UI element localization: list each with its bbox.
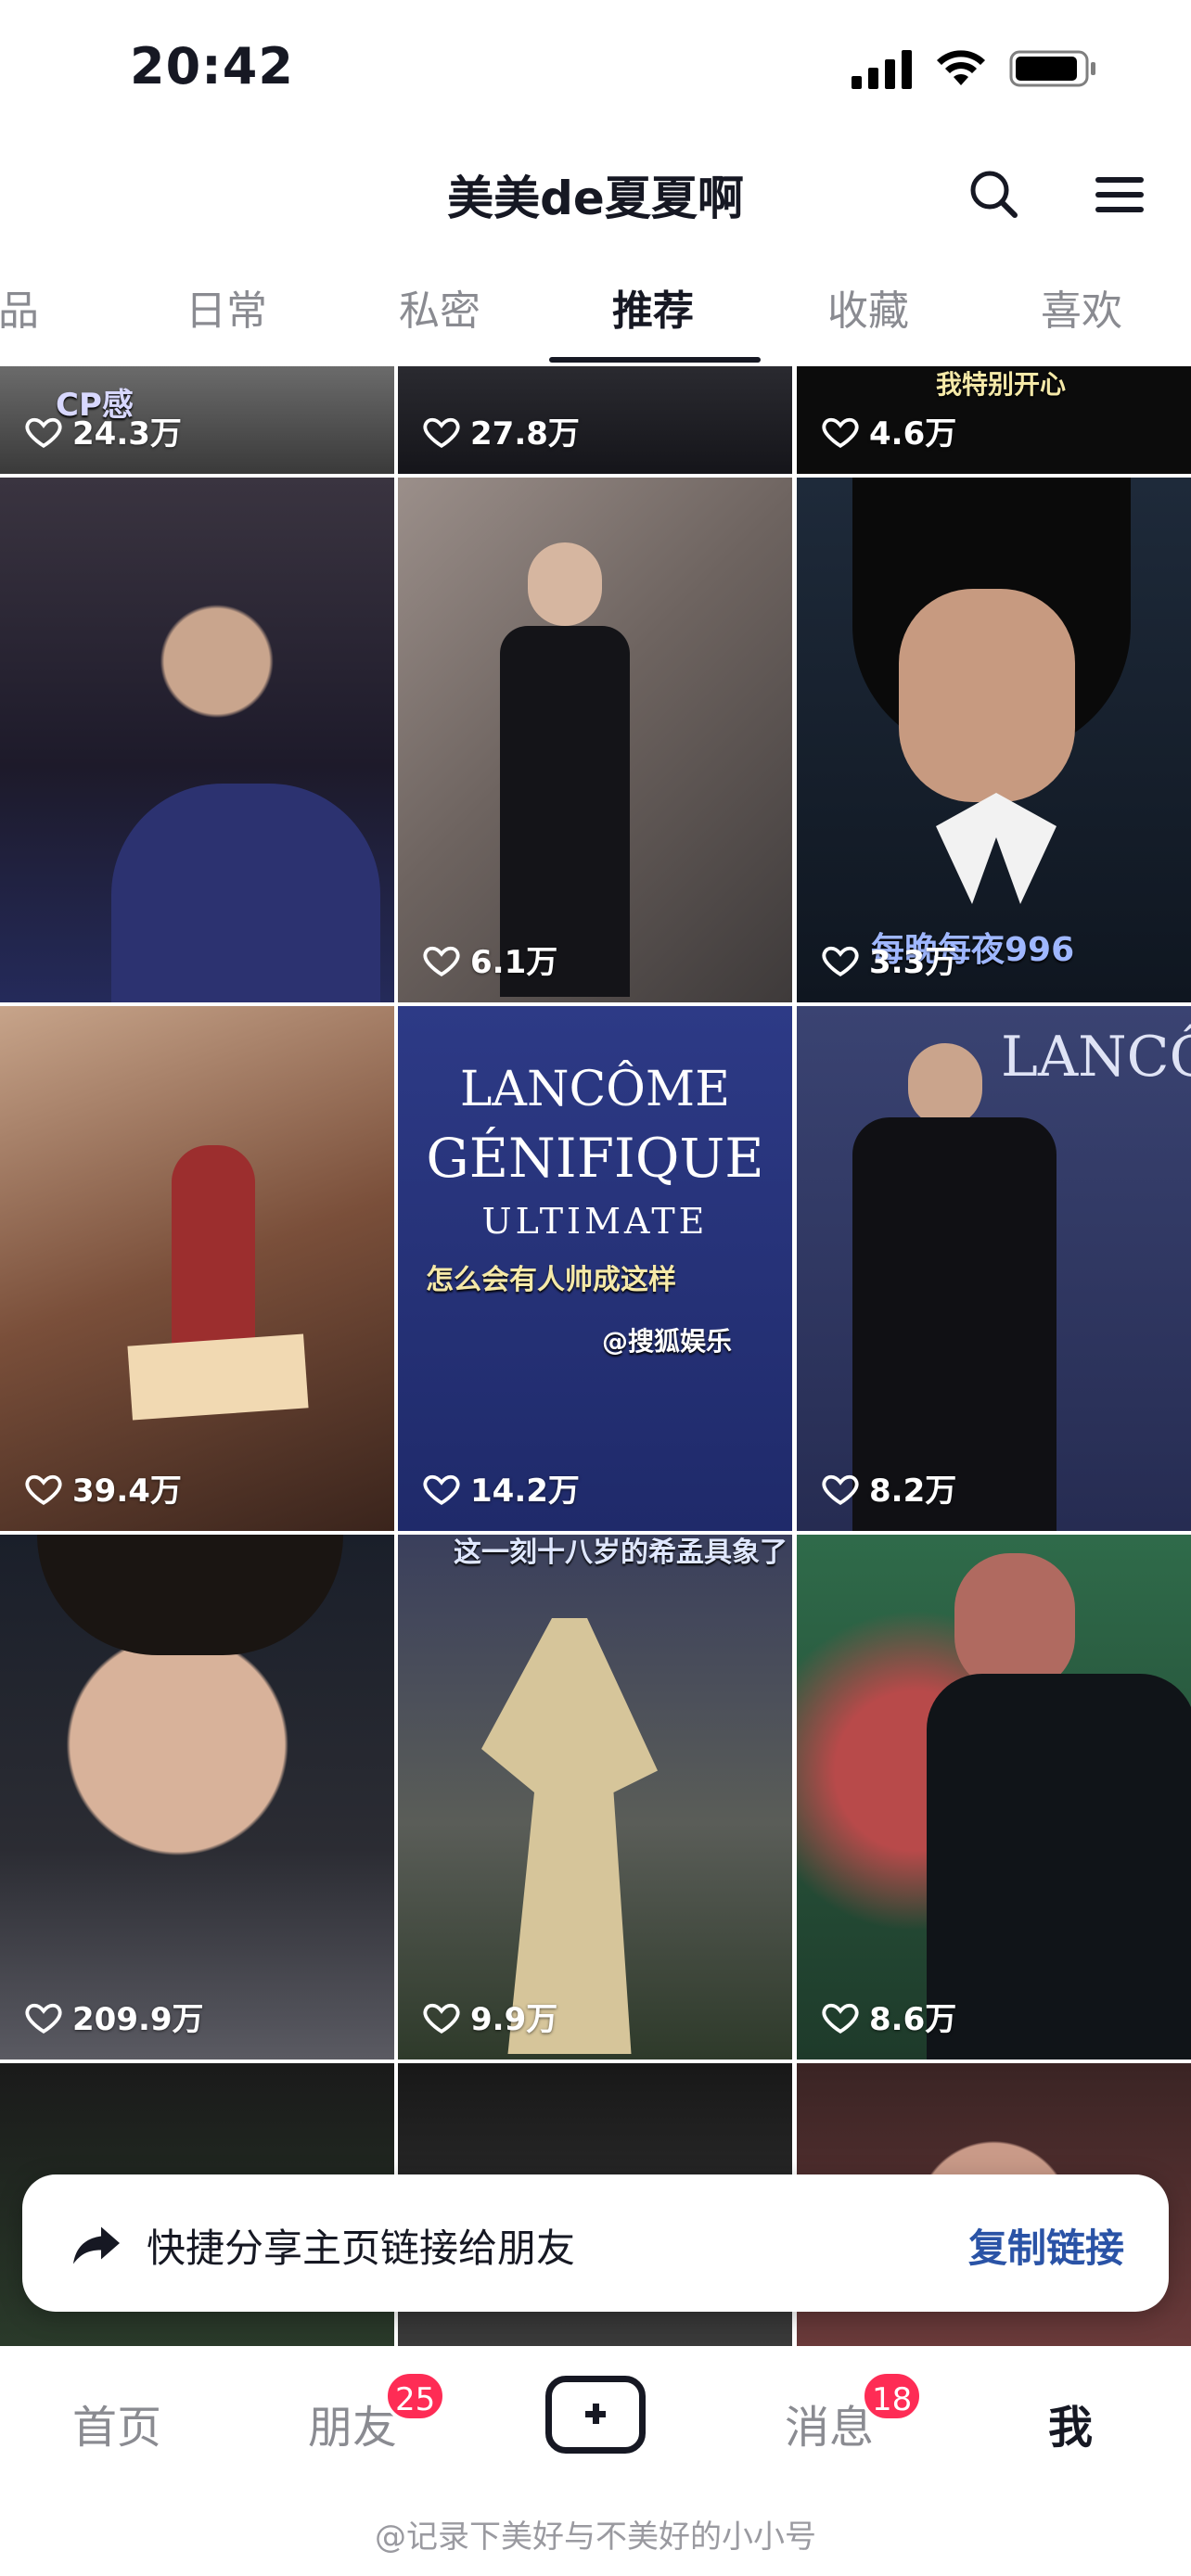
like-count-text: 3.3万 — [869, 944, 957, 981]
menu-icon — [1095, 177, 1144, 212]
like-count-text: 39.4万 — [72, 1473, 182, 1510]
thumbnail-hair — [37, 1535, 343, 1655]
like-count: 4.6万 — [821, 408, 956, 453]
tab-recommend[interactable]: 推荐 — [612, 277, 694, 337]
tab-favorites[interactable]: 收藏 — [827, 277, 909, 337]
nav-messages-label: 消息 — [785, 2402, 875, 2454]
messages-badge: 18 — [861, 2370, 924, 2422]
like-count: 27.8万 — [422, 408, 580, 453]
brand-text: ULTIMATE — [481, 1201, 709, 1242]
brand-text: LANCÔME — [459, 1062, 731, 1117]
heart-icon — [822, 946, 859, 976]
heart-icon — [25, 1474, 62, 1505]
create-button[interactable] — [545, 2376, 646, 2454]
tab-private[interactable]: 私密 — [399, 277, 480, 337]
nav-friends[interactable]: 朋友 25 — [308, 2370, 447, 2455]
profile-tabs: 作品 日常 私密 推荐 收藏 喜欢 — [0, 264, 1191, 366]
like-count-text: 27.8万 — [470, 415, 580, 453]
signal-icon — [852, 50, 912, 89]
like-count-text: 9.9万 — [470, 2001, 558, 2038]
like-count-text: 24.3万 — [72, 415, 182, 453]
video-thumbnail[interactable]: 我特别开心 4.6万 — [797, 366, 1191, 474]
like-count: 39.4万 — [24, 1465, 182, 1511]
nav-messages[interactable]: 消息 18 — [785, 2370, 924, 2455]
video-thumbnail[interactable]: CP感 24.3万 — [0, 366, 394, 474]
brand-text: GÉNIFIQUE — [426, 1127, 764, 1190]
like-count-text: 8.6万 — [869, 2001, 957, 2038]
copy-link-button[interactable]: 复制链接 — [968, 2217, 1124, 2274]
like-count: 6.1万 — [422, 937, 557, 982]
like-count-text: 14.2万 — [470, 1473, 580, 1510]
status-bar: 20:42 — [0, 0, 1191, 139]
video-caption: 这一刻十八岁的希孟具象了 — [454, 1537, 788, 1569]
video-caption: 我特别开心 — [936, 369, 1067, 400]
nav-me-label: 我 — [1048, 2402, 1094, 2454]
status-time: 20:42 — [130, 37, 294, 96]
menu-button[interactable] — [1091, 165, 1150, 224]
heart-icon — [423, 2003, 460, 2034]
battery-icon — [1009, 50, 1095, 87]
like-count: 24.3万 — [24, 408, 182, 453]
video-thumbnail[interactable]: 27.8万 — [398, 366, 792, 474]
friends-badge: 25 — [384, 2370, 447, 2422]
like-count: 9.9万 — [422, 1994, 557, 2039]
video-thumbnail[interactable]: 39.4万 — [0, 1006, 394, 1531]
search-icon — [970, 171, 1018, 218]
like-count-text: 4.6万 — [869, 415, 957, 453]
thumbnail-bow — [936, 793, 1057, 904]
like-count-text: 6.1万 — [470, 944, 558, 981]
heart-icon — [822, 2003, 859, 2034]
thumbnail-face — [899, 589, 1075, 802]
tab-daily[interactable]: 日常 — [186, 277, 267, 337]
tab-works[interactable]: 作品 — [0, 277, 39, 337]
share-profile-banner[interactable]: 快捷分享主页链接给朋友 复制链接 — [22, 2174, 1169, 2312]
video-caption: 怎么会有人帅成这样 — [426, 1264, 676, 1296]
heart-icon — [25, 2003, 62, 2034]
share-arrow-icon — [73, 2226, 120, 2264]
video-grid: CP感 24.3万 27.8万 我特别开心 4.6万 6.1万 每晚每夜996 … — [0, 366, 1191, 2346]
heart-icon — [25, 417, 62, 448]
tab-likes[interactable]: 喜欢 — [1041, 277, 1122, 337]
thumbnail-figure — [927, 1674, 1191, 2060]
video-thumbnail[interactable]: 每晚每夜996 3.3万 — [797, 478, 1191, 1002]
heart-icon — [423, 417, 460, 448]
thumbnail-figure — [481, 1618, 658, 2054]
thumbnail-figure-head — [954, 1553, 1075, 1692]
thumbnail-figure — [111, 784, 380, 1002]
like-count: 8.2万 — [821, 1465, 956, 1511]
heart-icon — [822, 1474, 859, 1505]
nav-home[interactable]: 首页 — [72, 2391, 161, 2455]
video-thumbnail[interactable] — [0, 478, 394, 1002]
like-count: 8.6万 — [821, 1994, 956, 2039]
nav-home-label: 首页 — [72, 2402, 162, 2454]
heart-icon — [423, 946, 460, 976]
heart-icon — [822, 417, 859, 448]
like-count-text: 209.9万 — [72, 2001, 204, 2038]
nav-me[interactable]: 我 — [1048, 2391, 1093, 2455]
thumbnail-figure-head — [908, 1043, 982, 1127]
video-tag: @搜狐娱乐 — [602, 1326, 733, 1357]
like-count: 14.2万 — [422, 1465, 580, 1511]
video-thumbnail[interactable]: 8.6万 — [797, 1535, 1191, 2060]
video-thumbnail[interactable]: 209.9万 — [0, 1535, 394, 2060]
like-count: 3.3万 — [821, 937, 956, 982]
share-banner-text: 快捷分享主页链接给朋友 — [147, 2225, 576, 2271]
video-thumbnail[interactable]: LANCÔME 8.2万 — [797, 1006, 1191, 1531]
active-tab-indicator — [549, 357, 761, 363]
watermark-text: @记录下美好与不美好的小小号 — [375, 2519, 816, 2556]
video-thumbnail[interactable]: 这一刻十八岁的希孟具象了 9.9万 — [398, 1535, 792, 2060]
like-count: 209.9万 — [24, 1994, 204, 2039]
search-button[interactable] — [965, 165, 1024, 224]
like-count-text: 8.2万 — [869, 1473, 957, 1510]
brand-text: LANCÔME — [1001, 1025, 1191, 1090]
heart-icon — [423, 1474, 460, 1505]
wifi-icon — [937, 50, 985, 85]
video-thumbnail[interactable]: LANCÔME GÉNIFIQUE ULTIMATE 怎么会有人帅成这样 @搜狐… — [398, 1006, 792, 1531]
nav-friends-label: 朋友 — [308, 2402, 398, 2454]
thumbnail-ticket — [127, 1333, 309, 1421]
thumbnail-figure-head — [528, 542, 602, 626]
status-icons — [852, 48, 1098, 89]
profile-header: 美美de夏夏啊 — [0, 139, 1191, 250]
video-thumbnail[interactable]: 6.1万 — [398, 478, 792, 1002]
